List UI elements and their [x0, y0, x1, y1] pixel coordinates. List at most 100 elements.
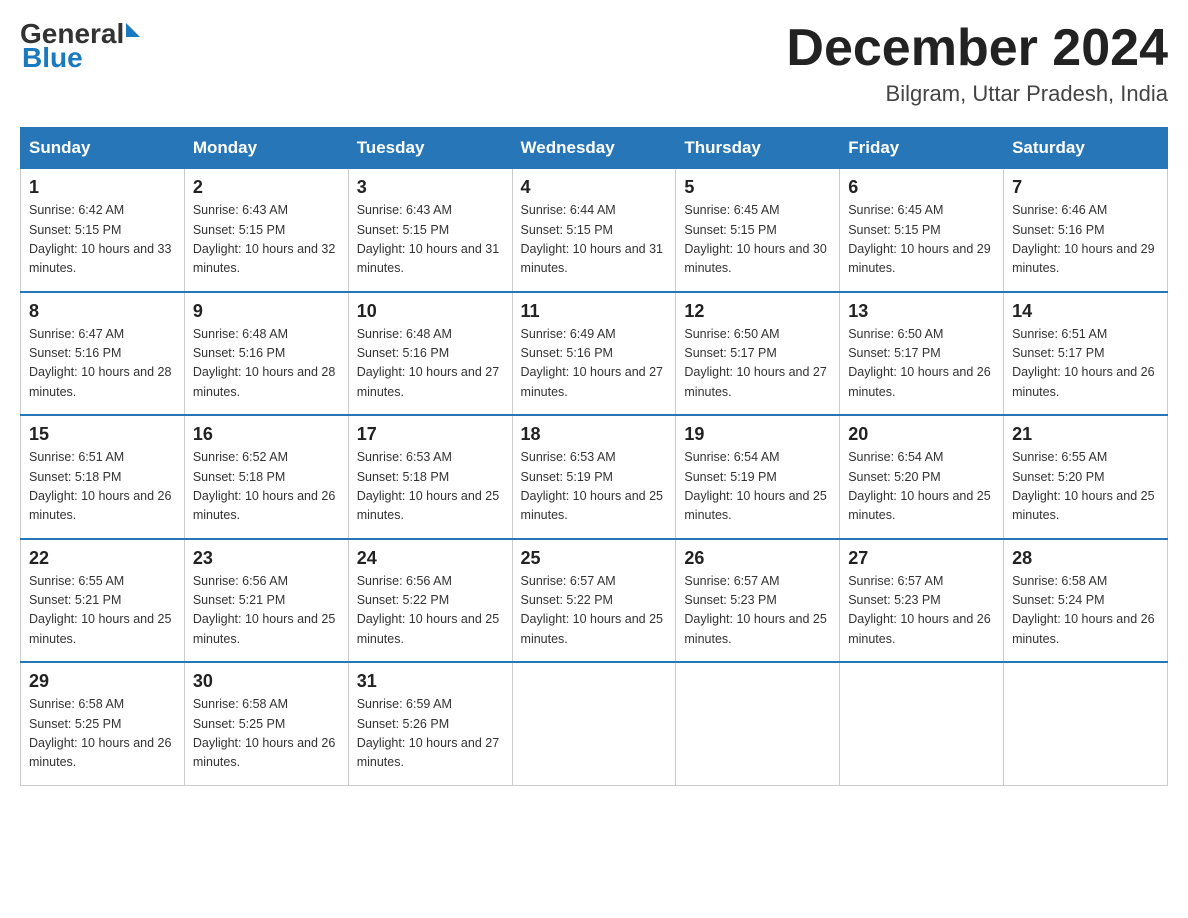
- table-row: 18 Sunrise: 6:53 AM Sunset: 5:19 PM Dayl…: [512, 415, 676, 539]
- day-info: Sunrise: 6:43 AM Sunset: 5:15 PM Dayligh…: [357, 201, 504, 279]
- table-row: 16 Sunrise: 6:52 AM Sunset: 5:18 PM Dayl…: [184, 415, 348, 539]
- day-info: Sunrise: 6:58 AM Sunset: 5:24 PM Dayligh…: [1012, 572, 1159, 650]
- table-row: 1 Sunrise: 6:42 AM Sunset: 5:15 PM Dayli…: [21, 169, 185, 292]
- day-info: Sunrise: 6:55 AM Sunset: 5:20 PM Dayligh…: [1012, 448, 1159, 526]
- day-info: Sunrise: 6:45 AM Sunset: 5:15 PM Dayligh…: [848, 201, 995, 279]
- day-info: Sunrise: 6:48 AM Sunset: 5:16 PM Dayligh…: [357, 325, 504, 403]
- page-header: General Blue December 2024 Bilgram, Utta…: [20, 20, 1168, 107]
- day-number: 8: [29, 301, 176, 322]
- header-wednesday: Wednesday: [512, 128, 676, 169]
- day-info: Sunrise: 6:53 AM Sunset: 5:18 PM Dayligh…: [357, 448, 504, 526]
- day-info: Sunrise: 6:57 AM Sunset: 5:23 PM Dayligh…: [684, 572, 831, 650]
- table-row: 25 Sunrise: 6:57 AM Sunset: 5:22 PM Dayl…: [512, 539, 676, 663]
- day-number: 10: [357, 301, 504, 322]
- day-info: Sunrise: 6:58 AM Sunset: 5:25 PM Dayligh…: [29, 695, 176, 773]
- table-row: 4 Sunrise: 6:44 AM Sunset: 5:15 PM Dayli…: [512, 169, 676, 292]
- day-number: 28: [1012, 548, 1159, 569]
- table-row: [1004, 662, 1168, 785]
- day-number: 11: [521, 301, 668, 322]
- day-info: Sunrise: 6:54 AM Sunset: 5:19 PM Dayligh…: [684, 448, 831, 526]
- header-thursday: Thursday: [676, 128, 840, 169]
- table-row: 13 Sunrise: 6:50 AM Sunset: 5:17 PM Dayl…: [840, 292, 1004, 416]
- table-row: 22 Sunrise: 6:55 AM Sunset: 5:21 PM Dayl…: [21, 539, 185, 663]
- table-row: 26 Sunrise: 6:57 AM Sunset: 5:23 PM Dayl…: [676, 539, 840, 663]
- day-number: 29: [29, 671, 176, 692]
- day-number: 24: [357, 548, 504, 569]
- logo-text-blue: Blue: [22, 42, 83, 74]
- day-info: Sunrise: 6:55 AM Sunset: 5:21 PM Dayligh…: [29, 572, 176, 650]
- table-row: 3 Sunrise: 6:43 AM Sunset: 5:15 PM Dayli…: [348, 169, 512, 292]
- day-number: 23: [193, 548, 340, 569]
- day-number: 31: [357, 671, 504, 692]
- calendar-table: Sunday Monday Tuesday Wednesday Thursday…: [20, 127, 1168, 786]
- table-row: 20 Sunrise: 6:54 AM Sunset: 5:20 PM Dayl…: [840, 415, 1004, 539]
- calendar-subtitle: Bilgram, Uttar Pradesh, India: [786, 81, 1168, 107]
- day-info: Sunrise: 6:46 AM Sunset: 5:16 PM Dayligh…: [1012, 201, 1159, 279]
- calendar-title: December 2024: [786, 20, 1168, 77]
- day-number: 21: [1012, 424, 1159, 445]
- logo-arrow-icon: [126, 23, 140, 37]
- day-number: 26: [684, 548, 831, 569]
- table-row: 9 Sunrise: 6:48 AM Sunset: 5:16 PM Dayli…: [184, 292, 348, 416]
- day-number: 13: [848, 301, 995, 322]
- header-monday: Monday: [184, 128, 348, 169]
- calendar-week-row: 1 Sunrise: 6:42 AM Sunset: 5:15 PM Dayli…: [21, 169, 1168, 292]
- table-row: 23 Sunrise: 6:56 AM Sunset: 5:21 PM Dayl…: [184, 539, 348, 663]
- day-info: Sunrise: 6:59 AM Sunset: 5:26 PM Dayligh…: [357, 695, 504, 773]
- table-row: 6 Sunrise: 6:45 AM Sunset: 5:15 PM Dayli…: [840, 169, 1004, 292]
- table-row: 31 Sunrise: 6:59 AM Sunset: 5:26 PM Dayl…: [348, 662, 512, 785]
- day-info: Sunrise: 6:53 AM Sunset: 5:19 PM Dayligh…: [521, 448, 668, 526]
- day-info: Sunrise: 6:45 AM Sunset: 5:15 PM Dayligh…: [684, 201, 831, 279]
- calendar-week-row: 22 Sunrise: 6:55 AM Sunset: 5:21 PM Dayl…: [21, 539, 1168, 663]
- table-row: 5 Sunrise: 6:45 AM Sunset: 5:15 PM Dayli…: [676, 169, 840, 292]
- header-tuesday: Tuesday: [348, 128, 512, 169]
- calendar-week-row: 8 Sunrise: 6:47 AM Sunset: 5:16 PM Dayli…: [21, 292, 1168, 416]
- table-row: [676, 662, 840, 785]
- day-info: Sunrise: 6:52 AM Sunset: 5:18 PM Dayligh…: [193, 448, 340, 526]
- table-row: 17 Sunrise: 6:53 AM Sunset: 5:18 PM Dayl…: [348, 415, 512, 539]
- day-number: 20: [848, 424, 995, 445]
- table-row: 7 Sunrise: 6:46 AM Sunset: 5:16 PM Dayli…: [1004, 169, 1168, 292]
- day-number: 25: [521, 548, 668, 569]
- day-info: Sunrise: 6:56 AM Sunset: 5:21 PM Dayligh…: [193, 572, 340, 650]
- table-row: 19 Sunrise: 6:54 AM Sunset: 5:19 PM Dayl…: [676, 415, 840, 539]
- table-row: 27 Sunrise: 6:57 AM Sunset: 5:23 PM Dayl…: [840, 539, 1004, 663]
- day-number: 1: [29, 177, 176, 198]
- table-row: 12 Sunrise: 6:50 AM Sunset: 5:17 PM Dayl…: [676, 292, 840, 416]
- day-info: Sunrise: 6:49 AM Sunset: 5:16 PM Dayligh…: [521, 325, 668, 403]
- day-info: Sunrise: 6:58 AM Sunset: 5:25 PM Dayligh…: [193, 695, 340, 773]
- table-row: 14 Sunrise: 6:51 AM Sunset: 5:17 PM Dayl…: [1004, 292, 1168, 416]
- day-info: Sunrise: 6:47 AM Sunset: 5:16 PM Dayligh…: [29, 325, 176, 403]
- day-info: Sunrise: 6:51 AM Sunset: 5:17 PM Dayligh…: [1012, 325, 1159, 403]
- table-row: 2 Sunrise: 6:43 AM Sunset: 5:15 PM Dayli…: [184, 169, 348, 292]
- day-info: Sunrise: 6:57 AM Sunset: 5:22 PM Dayligh…: [521, 572, 668, 650]
- day-number: 5: [684, 177, 831, 198]
- calendar-week-row: 29 Sunrise: 6:58 AM Sunset: 5:25 PM Dayl…: [21, 662, 1168, 785]
- calendar-week-row: 15 Sunrise: 6:51 AM Sunset: 5:18 PM Dayl…: [21, 415, 1168, 539]
- day-number: 12: [684, 301, 831, 322]
- table-row: 30 Sunrise: 6:58 AM Sunset: 5:25 PM Dayl…: [184, 662, 348, 785]
- day-info: Sunrise: 6:51 AM Sunset: 5:18 PM Dayligh…: [29, 448, 176, 526]
- table-row: [512, 662, 676, 785]
- title-section: December 2024 Bilgram, Uttar Pradesh, In…: [786, 20, 1168, 107]
- day-number: 22: [29, 548, 176, 569]
- day-number: 6: [848, 177, 995, 198]
- table-row: 24 Sunrise: 6:56 AM Sunset: 5:22 PM Dayl…: [348, 539, 512, 663]
- table-row: 8 Sunrise: 6:47 AM Sunset: 5:16 PM Dayli…: [21, 292, 185, 416]
- day-number: 3: [357, 177, 504, 198]
- day-number: 2: [193, 177, 340, 198]
- day-info: Sunrise: 6:50 AM Sunset: 5:17 PM Dayligh…: [684, 325, 831, 403]
- day-number: 15: [29, 424, 176, 445]
- day-info: Sunrise: 6:43 AM Sunset: 5:15 PM Dayligh…: [193, 201, 340, 279]
- day-number: 17: [357, 424, 504, 445]
- day-number: 19: [684, 424, 831, 445]
- table-row: 10 Sunrise: 6:48 AM Sunset: 5:16 PM Dayl…: [348, 292, 512, 416]
- day-info: Sunrise: 6:54 AM Sunset: 5:20 PM Dayligh…: [848, 448, 995, 526]
- day-info: Sunrise: 6:56 AM Sunset: 5:22 PM Dayligh…: [357, 572, 504, 650]
- day-number: 30: [193, 671, 340, 692]
- day-info: Sunrise: 6:48 AM Sunset: 5:16 PM Dayligh…: [193, 325, 340, 403]
- calendar-header-row: Sunday Monday Tuesday Wednesday Thursday…: [21, 128, 1168, 169]
- table-row: [840, 662, 1004, 785]
- day-number: 9: [193, 301, 340, 322]
- table-row: 21 Sunrise: 6:55 AM Sunset: 5:20 PM Dayl…: [1004, 415, 1168, 539]
